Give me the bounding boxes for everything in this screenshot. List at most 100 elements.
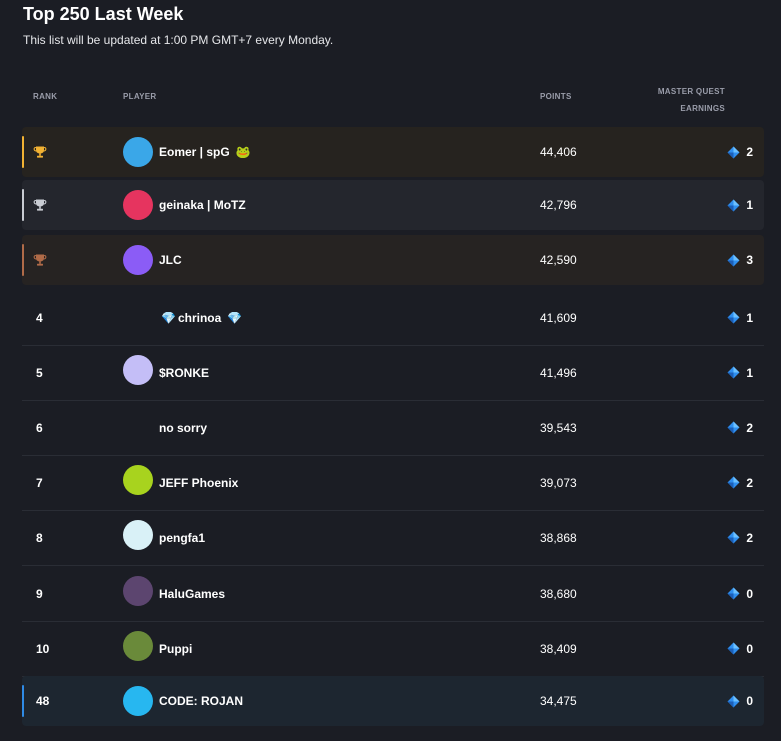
avatar[interactable] [123,631,153,661]
page-title: Top 250 Last Week [23,4,184,24]
player-name-text: geinaka | MoTZ [159,198,246,212]
player-name-text: CODE: ROJAN [159,694,244,708]
leaderboard-row[interactable]: 8 pengfa1 38,868 2 [22,510,764,566]
rank-number: 4 [36,310,43,325]
diamond-icon [727,476,740,489]
player-points: 42,796 [540,198,577,212]
leaderboard-row[interactable]: 5 $RONKE 41,496 1 [22,345,764,401]
leaderboard-row[interactable]: Eomer | spG 🐸 44,406 2 [22,127,764,177]
column-header-points: POINTS [540,92,572,101]
player-points: 44,406 [540,145,577,159]
leaderboard-row[interactable]: 7 JEFF Phoenix 39,073 2 [22,455,764,511]
master-quest-earnings: 0 [727,676,753,726]
column-header-earnings-line2: EARNINGS [680,104,725,113]
player-points: 41,496 [540,365,577,380]
avatar[interactable] [123,465,153,495]
player-points: 38,868 [540,530,577,545]
player-name[interactable]: JLC [159,235,182,285]
rank-number: 6 [36,420,43,435]
column-header-player: PLAYER [123,92,157,101]
player-name-text: HaluGames [159,586,226,601]
player-name[interactable]: no sorry [159,400,207,455]
master-quest-earnings: 1 [727,180,753,230]
diamond-icon [727,587,740,600]
player-name[interactable]: JEFF Phoenix [159,455,238,510]
player-name-text: JEFF Phoenix [159,475,239,490]
diamond-icon [727,366,740,379]
leaderboard-row[interactable]: 48 CODE: ROJAN 34,475 0 [22,676,764,726]
player-name-text: JLC [159,253,182,267]
leaderboard-row[interactable]: JLC 42,590 3 [22,235,764,285]
player-points: 38,680 [540,586,577,601]
player-points: 41,609 [540,310,577,325]
frog-emoji: 🐸 [235,145,251,159]
player-name[interactable]: pengfa1 [159,510,205,565]
avatar[interactable] [123,355,153,385]
player-name[interactable]: $RONKE [159,345,209,400]
player-name[interactable]: 💎 chrinoa 💎 [159,290,244,345]
player-points: 38,409 [540,641,577,656]
column-header-earnings-line1: MASTER QUEST [657,87,725,96]
master-quest-earnings: 0 [727,566,753,621]
avatar[interactable] [123,190,153,220]
player-points: 42,590 [540,253,577,267]
earnings-value: 2 [746,530,753,545]
leaderboard-row[interactable]: 6 no sorry 39,543 2 [22,400,764,456]
master-quest-earnings: 1 [727,290,753,345]
diamond-icon [727,146,740,158]
silver-trophy-icon [33,199,47,211]
master-quest-earnings: 0 [727,621,753,676]
player-name-text: pengfa1 [159,530,206,545]
earnings-value: 1 [746,365,753,380]
diamond-icon [727,695,740,707]
master-quest-earnings: 2 [727,510,753,565]
avatar[interactable] [123,686,153,716]
player-name-text: chrinoa [177,310,222,325]
leaderboard-row[interactable]: geinaka | MoTZ 42,796 1 [22,180,764,230]
diamond-icon [727,642,740,655]
rank-number: 5 [36,365,43,380]
player-name[interactable]: geinaka | MoTZ [159,180,246,230]
column-header-rank: RANK [33,92,58,101]
earnings-value: 1 [746,198,753,212]
player-name-text: Eomer | spG [159,145,230,159]
leaderboard-row[interactable]: 9 HaluGames 38,680 0 [22,566,764,622]
player-name-text: Puppi [159,641,193,656]
rank-number: 48 [36,694,50,708]
diamond-icon [727,531,740,544]
column-header-earnings: MASTER QUEST EARNINGS [658,83,725,117]
diamond-icon [727,421,740,434]
rank-number: 8 [36,530,43,545]
avatar[interactable] [123,245,153,275]
player-name-text: $RONKE [159,365,210,380]
leaderboard-row[interactable]: 4 💎 chrinoa 💎 41,609 1 [22,290,764,346]
player-points: 39,073 [540,475,577,490]
diamond-emoji: 💎 [161,310,176,325]
master-quest-earnings: 2 [727,455,753,510]
player-name[interactable]: HaluGames [159,566,225,621]
page-subtitle: This list will be updated at 1:00 PM GMT… [23,33,334,47]
avatar[interactable] [123,137,153,167]
player-name[interactable]: Eomer | spG 🐸 [159,127,253,177]
rank-number: 7 [36,475,43,490]
leaderboard-row[interactable]: 10 Puppi 38,409 0 [22,621,764,677]
gold-trophy-icon [33,146,47,158]
avatar[interactable] [123,576,153,606]
row-highlight-bar [22,244,24,276]
rank-number: 9 [36,586,43,601]
rank-number: 10 [36,641,50,656]
master-quest-earnings: 2 [727,400,753,455]
player-name[interactable]: Puppi [159,621,192,676]
earnings-value: 1 [746,310,753,325]
earnings-value: 2 [746,145,753,159]
player-points: 39,543 [540,420,577,435]
player-name[interactable]: CODE: ROJAN [159,676,243,726]
row-highlight-bar [22,136,24,168]
earnings-value: 0 [746,586,753,601]
row-highlight-bar [22,685,24,717]
avatar[interactable] [123,520,153,550]
diamond-icon [727,199,740,211]
master-quest-earnings: 2 [727,127,753,177]
earnings-value: 3 [746,253,753,267]
earnings-value: 2 [746,475,753,490]
